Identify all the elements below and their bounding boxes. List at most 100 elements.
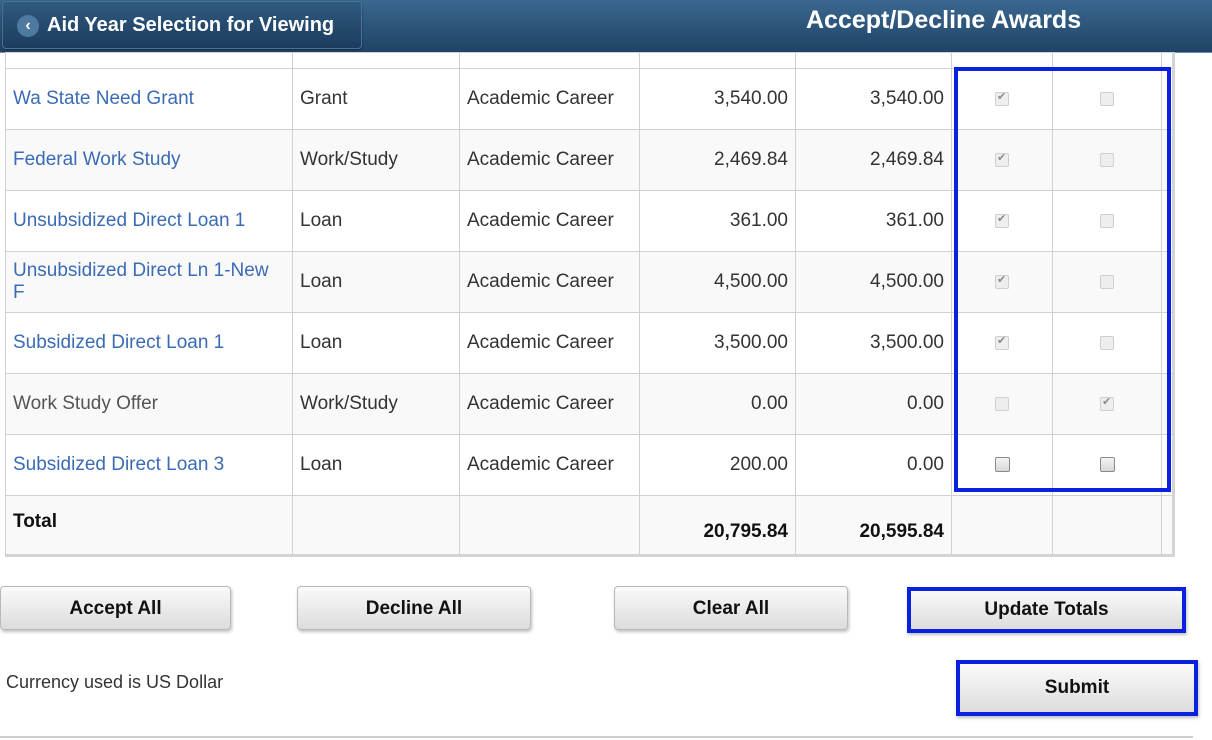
decline-checkbox-cell xyxy=(1052,190,1162,252)
award-type: Loan xyxy=(292,312,460,374)
award-type: Work/Study xyxy=(292,129,460,191)
decline-all-button[interactable]: Decline All xyxy=(297,586,531,630)
award-career: Academic Career xyxy=(459,312,640,374)
total-empty-cell xyxy=(459,495,640,556)
offered-amount: 200.00 xyxy=(639,434,796,496)
decline-checkbox xyxy=(1100,274,1114,289)
bottom-divider xyxy=(0,736,1193,738)
award-name-link[interactable]: Unsubsidized Direct Loan 1 xyxy=(13,210,245,231)
accepted-amount: 361.00 xyxy=(795,190,952,252)
accept-checkbox-cell xyxy=(951,129,1053,191)
award-name: Work Study Offer xyxy=(13,393,159,414)
currency-note: Currency used is US Dollar xyxy=(6,672,224,692)
row-spacer xyxy=(1161,251,1174,313)
total-offered: 20,795.84 xyxy=(703,521,788,542)
offered-amount: 3,500.00 xyxy=(639,312,796,374)
accepted-amount: 3,540.00 xyxy=(795,68,952,130)
award-row: Wa State Need Grant Grant Academic Career 3… xyxy=(5,68,1174,130)
award-name-link[interactable]: Unsubsidized Direct Ln 1-New F xyxy=(13,260,269,303)
accept-checkbox-cell xyxy=(951,190,1053,252)
decline-checkbox[interactable] xyxy=(1099,457,1115,473)
award-type: Loan xyxy=(292,251,460,313)
total-label: Total xyxy=(13,511,57,532)
awards-table: Wa State Need Grant Grant Academic Career 3… xyxy=(5,52,1175,557)
total-empty-cell xyxy=(1052,495,1162,556)
row-spacer xyxy=(1161,373,1174,435)
award-career: Academic Career xyxy=(459,251,640,313)
accepted-amount: 0.00 xyxy=(795,373,952,435)
award-name-cell: Federal Work Study xyxy=(5,129,293,191)
accept-checkbox[interactable] xyxy=(994,457,1010,473)
accept-checkbox xyxy=(995,334,1009,350)
offered-amount: 4,500.00 xyxy=(639,251,796,313)
accept-checkbox-cell xyxy=(951,251,1053,313)
total-offered-cell: 20,795.84 xyxy=(639,495,796,556)
total-label-cell: Total xyxy=(5,495,293,556)
award-row: Unsubsidized Direct Loan 1 Loan Academic C… xyxy=(5,190,1174,252)
decline-checkbox xyxy=(1100,152,1114,167)
total-accepted: 20,595.84 xyxy=(859,521,944,542)
award-name-link[interactable]: Wa State Need Grant xyxy=(13,88,194,109)
accept-checkbox xyxy=(995,273,1009,289)
accept-all-button[interactable]: Accept All xyxy=(0,586,231,630)
row-spacer xyxy=(1161,68,1174,130)
decline-checkbox-cell xyxy=(1052,129,1162,191)
offered-amount: 2,469.84 xyxy=(639,129,796,191)
page-title: Accept/Decline Awards xyxy=(806,6,1082,34)
back-button-label: Aid Year Selection for Viewing xyxy=(47,14,335,36)
award-career: Academic Career xyxy=(459,129,640,191)
award-career: Academic Career xyxy=(459,190,640,252)
accept-checkbox-cell xyxy=(951,434,1053,496)
accepted-amount: 2,469.84 xyxy=(795,129,952,191)
award-name-link[interactable]: Subsidized Direct Loan 3 xyxy=(13,454,224,475)
decline-checkbox-cell xyxy=(1052,434,1162,496)
chevron-left-icon: ‹ xyxy=(17,15,39,37)
award-name-cell: Subsidized Direct Loan 1 xyxy=(5,312,293,374)
award-name-link[interactable]: Federal Work Study xyxy=(13,149,181,170)
decline-checkbox-cell xyxy=(1052,312,1162,374)
decline-checkbox-cell xyxy=(1052,373,1162,435)
accept-checkbox xyxy=(995,151,1009,167)
row-spacer xyxy=(1161,129,1174,191)
total-empty-cell xyxy=(292,495,460,556)
award-career: Academic Career xyxy=(459,68,640,130)
row-spacer xyxy=(1161,190,1174,252)
award-name-link[interactable]: Subsidized Direct Loan 1 xyxy=(13,332,224,353)
award-type: Grant xyxy=(292,68,460,130)
award-career: Academic Career xyxy=(459,434,640,496)
total-accepted-cell: 20,595.84 xyxy=(795,495,952,556)
aid-year-selection-back-button[interactable]: ‹ Aid Year Selection for Viewing xyxy=(2,1,362,49)
award-type: Loan xyxy=(292,190,460,252)
decline-checkbox-cell xyxy=(1052,251,1162,313)
decline-checkbox xyxy=(1100,91,1114,106)
award-name-cell: Wa State Need Grant xyxy=(5,68,293,130)
award-row: Federal Work Study Work/Study Academic Car… xyxy=(5,129,1174,191)
award-name-cell: Subsidized Direct Loan 3 xyxy=(5,434,293,496)
row-spacer xyxy=(1161,434,1174,496)
decline-checkbox xyxy=(1100,395,1114,411)
table-top-row xyxy=(5,52,1174,69)
submit-button[interactable]: Submit xyxy=(956,660,1198,716)
row-spacer xyxy=(1161,495,1174,556)
total-empty-cell xyxy=(951,495,1053,556)
award-row: Work Study Offer Work/Study Academic Caree… xyxy=(5,373,1174,435)
page-header: ‹ Aid Year Selection for Viewing Accept/… xyxy=(0,0,1212,53)
accepted-amount: 0.00 xyxy=(795,434,952,496)
accepted-amount: 4,500.00 xyxy=(795,251,952,313)
award-row: Subsidized Direct Loan 3 Loan Academic Car… xyxy=(5,434,1174,496)
award-name-cell: Work Study Offer xyxy=(5,373,293,435)
award-type: Loan xyxy=(292,434,460,496)
clear-all-button[interactable]: Clear All xyxy=(614,586,848,630)
update-totals-button[interactable]: Update Totals xyxy=(907,587,1186,633)
accept-checkbox-cell xyxy=(951,68,1053,130)
row-spacer xyxy=(1161,312,1174,374)
decline-checkbox xyxy=(1100,213,1114,228)
total-row: Total 20,795.84 20,595.84 xyxy=(5,495,1174,556)
offered-amount: 0.00 xyxy=(639,373,796,435)
accept-checkbox xyxy=(995,90,1009,106)
award-name-cell: Unsubsidized Direct Loan 1 xyxy=(5,190,293,252)
offered-amount: 3,540.00 xyxy=(639,68,796,130)
offered-amount: 361.00 xyxy=(639,190,796,252)
award-type: Work/Study xyxy=(292,373,460,435)
accept-checkbox xyxy=(995,212,1009,228)
